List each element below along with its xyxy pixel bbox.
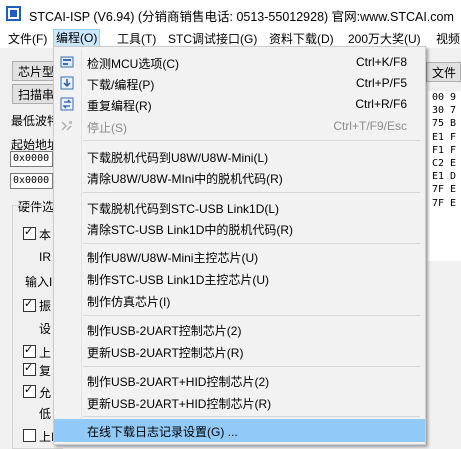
- menu-item-shortcut: Ctrl+R/F6: [355, 97, 407, 111]
- menu-item-update-usb2uart-hid[interactable]: 更新USB-2UART+HID控制芯片(R): [54, 391, 425, 414]
- option-checkbox-6[interactable]: [23, 343, 36, 358]
- hex-data-panel: 00 9 30 7 75 B E1 F F1 F C2 E E1 D 7F E …: [428, 91, 461, 261]
- menu-item-label: 制作USB-2UART+HID控制芯片(2): [87, 375, 270, 389]
- menu-separator: [83, 243, 420, 244]
- hex-line: 7F E: [432, 197, 457, 209]
- menu-separator: [83, 315, 420, 316]
- option-checkbox-4[interactable]: [23, 297, 36, 312]
- stop-icon: [61, 121, 72, 131]
- chip-type-button[interactable]: 芯片型: [12, 61, 56, 81]
- option-label-7: 复: [39, 364, 52, 378]
- menu-item-download-offline-u8w[interactable]: 下载脱机代码到U8W/U8W-Mini(L): [54, 145, 425, 168]
- hex-line: 75 B: [432, 118, 457, 130]
- hex-line: 00 9: [432, 92, 457, 103]
- menu-item-make-link1d-master[interactable]: 制作STC-USB Link1D主控芯片(U): [54, 267, 425, 290]
- menu-item-label: 制作USB-2UART控制芯片(2): [87, 324, 242, 338]
- repeat-icon: [60, 97, 74, 111]
- menu-item-label: 清除STC-USB Link1D中的脱机代码(R): [87, 223, 294, 237]
- option-checkbox-1[interactable]: [23, 225, 36, 240]
- menu-item-clear-offline-link1d[interactable]: 清除STC-USB Link1D中的脱机代码(R): [54, 217, 425, 240]
- open-file-button[interactable]: 文件: [426, 62, 461, 82]
- menu-item-label: 制作U8W/U8W-Mini主控芯片(U): [87, 251, 259, 265]
- menu-separator: [83, 140, 420, 141]
- menu-item-label: 清除U8W/U8W-MIni中的脱机代码(R): [87, 172, 283, 186]
- hex-line: F1 F: [432, 144, 457, 156]
- menu-item-label: 重复编程(R): [87, 99, 152, 113]
- detect-icon: [60, 56, 74, 68]
- option-label-8: 允: [39, 386, 52, 400]
- app-logo-icon: [6, 6, 21, 21]
- menu-item-stop[interactable]: 停止(S) Ctrl+T/F9/Esc: [54, 115, 425, 138]
- start-address-input[interactable]: 0x0000: [10, 151, 53, 167]
- menu-item-shortcut: Ctrl+P/F5: [355, 76, 407, 90]
- menu-item-label: 制作仿真芯片(I): [87, 295, 171, 309]
- menu-item-make-emulator-chip[interactable]: 制作仿真芯片(I): [54, 289, 425, 312]
- option-label-9: 低: [39, 407, 52, 421]
- min-baud-label: 最低波特: [11, 114, 60, 128]
- option-label-6: 上: [39, 346, 52, 360]
- program-dropdown-menu: 检测MCU选项(C) Ctrl+K/F8 下载/编程(P) Ctrl+P/F5 …: [53, 46, 426, 445]
- hex-line: C2 E: [432, 158, 457, 170]
- menu-item-label: 更新USB-2UART控制芯片(R): [87, 346, 244, 360]
- menu-item-clear-offline-u8w[interactable]: 清除U8W/U8W-MIni中的脱机代码(R): [54, 166, 425, 189]
- hex-line: E1 F: [432, 131, 457, 143]
- end-address-input[interactable]: 0x0000: [10, 173, 53, 189]
- option-checkbox-8[interactable]: [23, 383, 36, 398]
- menu-item-shortcut: Ctrl+K/F8: [355, 55, 407, 69]
- hex-line: E1 D: [432, 171, 457, 183]
- menu-video[interactable]: 视频: [434, 30, 461, 48]
- menu-item-repeat-program[interactable]: 重复编程(R) Ctrl+R/F6: [54, 93, 425, 116]
- menu-item-label: 下载脱机代码到STC-USB Link1D(L): [87, 202, 280, 216]
- menu-file[interactable]: 文件(F): [6, 30, 49, 48]
- scan-port-button[interactable]: 扫描串: [12, 84, 56, 104]
- menu-item-download-log-settings[interactable]: 在线下载日志记录设置(G) ...: [54, 419, 425, 442]
- menu-separator: [83, 192, 420, 193]
- menu-item-make-usb2uart[interactable]: 制作USB-2UART控制芯片(2): [54, 318, 425, 341]
- option-label-1: 本: [39, 228, 52, 242]
- menu-item-label: 下载脱机代码到U8W/U8W-Mini(L): [87, 151, 269, 165]
- option-label-2: IR: [39, 250, 51, 264]
- menu-item-label: 检测MCU选项(C): [87, 57, 179, 71]
- menu-item-make-u8w-master[interactable]: 制作U8W/U8W-Mini主控芯片(U): [54, 245, 425, 268]
- menu-item-download-offline-link1d[interactable]: 下载脱机代码到STC-USB Link1D(L): [54, 196, 425, 219]
- hex-line: 30 7: [432, 105, 457, 117]
- menu-item-shortcut: Ctrl+T/F9/Esc: [333, 119, 407, 133]
- option-label-4: 振: [39, 299, 52, 313]
- menu-item-detect-mcu[interactable]: 检测MCU选项(C) Ctrl+K/F8: [54, 51, 425, 74]
- menu-item-label: 停止(S): [87, 121, 127, 135]
- option-label-3: 输入I: [25, 275, 53, 289]
- option-checkbox-10[interactable]: [23, 429, 36, 442]
- menu-bar: 文件(F) 编程(O) 工具(T) STC调试接口(G) 资料下载(D) 200…: [0, 28, 461, 48]
- menu-item-label: 下载/编程(P): [87, 78, 155, 92]
- menu-separator: [83, 366, 420, 367]
- menu-item-download-program[interactable]: 下载/编程(P) Ctrl+P/F5: [54, 72, 425, 95]
- hex-line: 7F E: [432, 184, 457, 196]
- download-icon: [60, 76, 74, 90]
- menu-separator: [83, 416, 420, 417]
- menu-item-label: 更新USB-2UART+HID控制芯片(R): [87, 397, 272, 411]
- menu-item-make-usb2uart-hid[interactable]: 制作USB-2UART+HID控制芯片(2): [54, 369, 425, 392]
- menu-item-label: 制作STC-USB Link1D主控芯片(U): [87, 273, 270, 287]
- title-bar: STCAI-ISP (V6.94) (分销商销售电话: 0513-5501292…: [0, 0, 461, 28]
- option-checkbox-7[interactable]: [23, 361, 36, 376]
- menu-item-label: 在线下载日志记录设置(G) ...: [87, 425, 238, 439]
- menu-item-update-usb2uart[interactable]: 更新USB-2UART控制芯片(R): [54, 340, 425, 363]
- window-title: STCAI-ISP (V6.94) (分销商销售电话: 0513-5501292…: [29, 10, 454, 24]
- option-label-5: 设: [39, 322, 52, 336]
